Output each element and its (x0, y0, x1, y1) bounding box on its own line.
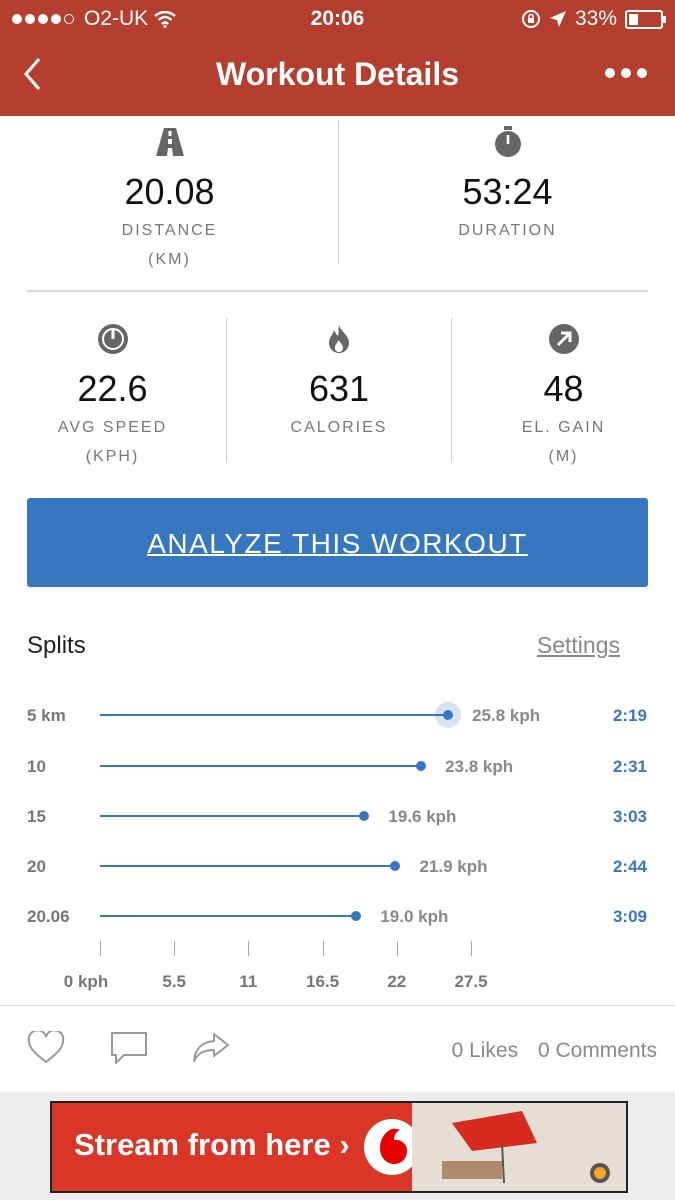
distance-unit: (KM) (148, 251, 191, 268)
split-time: 2:31 (612, 757, 647, 776)
axis-tick (174, 941, 176, 956)
nav-bar: Workout Details (0, 38, 675, 116)
social-counts: 0 Likes 0 Comments (438, 1039, 657, 1063)
status-right: 33% (521, 7, 666, 31)
split-speed: 21.9 kph (419, 857, 488, 876)
split-speed: 19.0 kph (380, 907, 449, 926)
distance-stat: 20.08 DISTANCE (KM) (27, 125, 312, 271)
more-dots-icon (605, 68, 615, 78)
axis-tick (322, 941, 324, 956)
share-button[interactable] (192, 1031, 230, 1070)
avg-speed-unit: (KPH) (85, 448, 140, 465)
split-label: 15 (27, 807, 46, 826)
axis-tick-label: 0 kph (63, 972, 109, 991)
battery-icon (625, 9, 666, 29)
likes-count[interactable]: 0 Likes (452, 1039, 519, 1062)
elevation-gain-value: 48 (543, 368, 584, 409)
avg-speed-label: AVG SPEED (57, 419, 168, 436)
split-label: 20 (27, 857, 46, 876)
axis-tick-label: 16.5 (306, 972, 340, 991)
split-point (351, 911, 362, 921)
like-button[interactable] (27, 1029, 65, 1070)
split-row: 20 21.9 kph 2:44 (0, 851, 675, 881)
split-speed: 25.8 kph (472, 706, 541, 725)
split-bar (100, 765, 422, 767)
flame-icon (227, 322, 451, 356)
distance-label: DISTANCE (121, 222, 218, 239)
settings-link[interactable]: Settings (537, 632, 620, 659)
split-label: 20.06 (27, 907, 70, 926)
axis-tick (100, 941, 101, 956)
split-bar (100, 714, 449, 716)
axis-tick-label: 22 (387, 972, 407, 991)
split-bar (100, 865, 396, 867)
speedometer-icon (0, 322, 225, 356)
calories-label: CALORIES (290, 419, 388, 436)
split-label: 10 (27, 757, 46, 776)
comments-count[interactable]: 0 Comments (538, 1039, 657, 1062)
duration-label: DURATION (458, 222, 557, 239)
elevation-gain-unit: (M) (548, 448, 579, 465)
road-icon (27, 125, 312, 159)
ad-image (412, 1103, 626, 1191)
status-bar: O2-UK 20:06 33% (0, 0, 675, 38)
elevation-gain-stat: 48 EL. GAIN (M) (452, 322, 675, 468)
social-footer: 0 Likes 0 Comments (0, 1005, 675, 1092)
axis-tick-label: 5.5 (162, 972, 187, 991)
distance-value: 20.08 (124, 171, 215, 212)
axis-tick-label: 27.5 (454, 972, 488, 991)
split-row: 5 km 25.8 kph 2:19 (0, 700, 675, 730)
ad-text: Stream from here › (74, 1127, 350, 1162)
analyze-workout-label: ANALYZE THIS WORKOUT (147, 527, 528, 559)
battery-percent: 33% (574, 7, 617, 30)
split-bar (100, 915, 357, 917)
split-row: 20.06 19.0 kph 3:09 (0, 901, 675, 931)
axis-tick-label: 11 (239, 972, 258, 991)
splits-heading: Splits (27, 632, 86, 659)
split-speed: 23.8 kph (445, 757, 514, 776)
calories-stat: 631 CALORIES (227, 322, 451, 439)
location-arrow-icon (549, 11, 566, 27)
calories-value: 631 (308, 368, 370, 409)
duration-stat: 53:24 DURATION (365, 125, 650, 242)
split-time: 3:03 (612, 807, 647, 826)
split-bar (100, 815, 365, 817)
split-point (359, 811, 370, 821)
split-time: 3:09 (612, 907, 647, 926)
split-point (416, 761, 427, 771)
share-icon (193, 1033, 229, 1062)
heart-icon (27, 1029, 65, 1064)
elevation-gain-label: EL. GAIN (521, 419, 606, 436)
split-time: 2:44 (612, 857, 647, 876)
divider (27, 290, 648, 292)
split-label: 5 km (27, 706, 66, 725)
split-row: 10 23.8 kph 2:31 (0, 751, 675, 781)
avg-speed-stat: 22.6 AVG SPEED (KPH) (0, 322, 225, 468)
split-time: 2:19 (612, 706, 647, 725)
axis-tick (248, 941, 250, 956)
page-title: Workout Details (216, 56, 459, 92)
axis-tick (396, 941, 398, 956)
comment-button[interactable] (110, 1031, 148, 1070)
divider (338, 120, 339, 264)
elevation-arrow-icon (452, 322, 675, 356)
rotation-lock-icon (521, 10, 540, 28)
duration-value: 53:24 (462, 171, 553, 212)
more-button[interactable] (605, 68, 647, 78)
analyze-workout-button[interactable]: ANALYZE THIS WORKOUT (27, 498, 648, 587)
split-row: 15 19.6 kph 3:03 (0, 801, 675, 831)
comment-icon (111, 1032, 147, 1064)
axis-tick (471, 941, 472, 956)
split-point (390, 861, 401, 871)
avg-speed-value: 22.6 (77, 368, 148, 409)
ad-banner[interactable]: Stream from here › (50, 1101, 628, 1193)
split-point (443, 710, 454, 720)
split-speed: 19.6 kph (388, 807, 457, 826)
stopwatch-icon (365, 125, 650, 159)
